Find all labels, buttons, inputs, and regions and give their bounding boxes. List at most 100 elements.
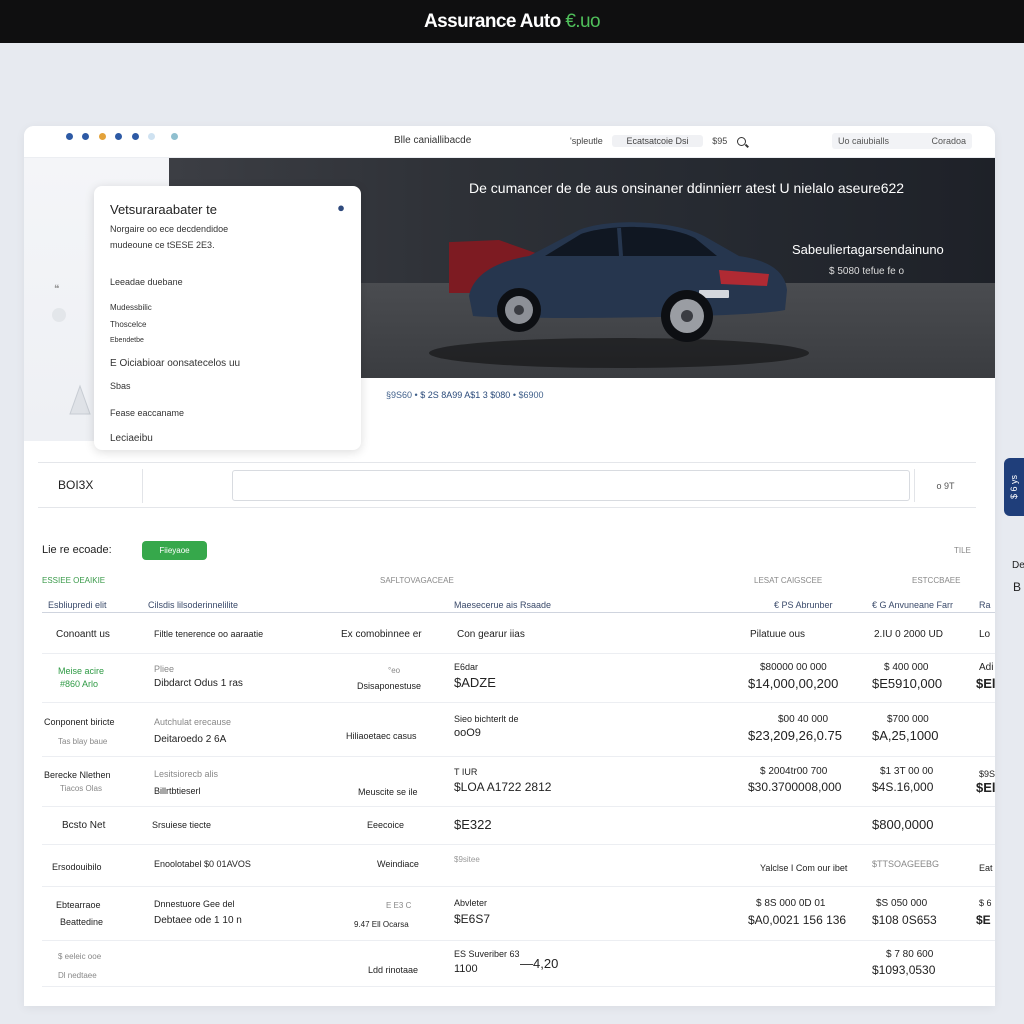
section-subhead: LESAT CAIGSCEE <box>754 576 823 585</box>
user-group-icon[interactable]: ● <box>337 200 345 215</box>
search-pill[interactable]: Ecatsatcoie Dsi <box>612 135 703 147</box>
header-divider <box>42 612 995 613</box>
row-divider <box>42 844 995 845</box>
row-cell: $ADZE <box>454 675 496 690</box>
row-cell: $ 7 80 600 <box>886 949 934 960</box>
side-feedback-tab[interactable]: $ 6 ys <box>1004 458 1024 516</box>
row-cell: Enoolotabel $0 01AVOS <box>154 859 251 869</box>
row-cell: $ eeleic ooe <box>58 952 102 961</box>
brand-logo: Assurance Auto €.uo <box>424 11 600 33</box>
row-cell: Dsisaponestuse <box>357 681 422 691</box>
decor-glyph-icon: ❝ <box>54 284 60 295</box>
subheader-cell: 2.IU 0 2000 UD <box>874 629 943 640</box>
card-line[interactable]: Mudessbilic <box>110 303 152 312</box>
row-divider <box>42 886 995 887</box>
row-divider <box>42 756 995 757</box>
row-cell: Dl nedtaee <box>58 971 97 980</box>
caption-right: • $6900 <box>512 390 544 400</box>
row-cell: Ldd rinotaae <box>368 965 419 975</box>
app-window: Blle caniallibacde 'spleutle Ecatsatcoie… <box>24 126 995 1006</box>
search-count: $95 <box>712 136 728 146</box>
chrome-right-right-label[interactable]: Coradoa <box>931 136 966 146</box>
card-line[interactable]: Fease eaccaname <box>110 408 184 418</box>
row-cell: Adi <box>979 662 994 673</box>
caption-left: §9S60 • <box>386 390 418 400</box>
quote-card: Vetsuraraabater te ● Norgaire oo ece dec… <box>94 186 361 450</box>
chrome-right-controls[interactable]: Uo caiubialls Coradoa <box>832 133 972 149</box>
row-cell: —4,20 <box>520 956 559 971</box>
column-header[interactable]: € PS Abrunber <box>774 600 833 610</box>
search-bar[interactable]: 'spleutle Ecatsatcoie Dsi $95 <box>564 132 752 150</box>
window-dot-icon[interactable] <box>66 133 73 140</box>
row-cell: E E3 C <box>386 901 412 910</box>
row-cell: Ebtearraoe <box>56 900 101 910</box>
row-cell: $E6S7 <box>454 912 491 926</box>
row-divider <box>42 702 995 703</box>
row-cell: $00 40 000 <box>778 714 829 725</box>
row-cell: Eeecoice <box>367 820 405 830</box>
row-cell: $TTSOAGEEBG <box>872 859 940 869</box>
row-cell: $E <box>976 913 991 927</box>
hero-subtitle: Sabeuliertagarsendainuno <box>792 242 944 257</box>
search-icon[interactable] <box>736 136 746 146</box>
subheader-cell: Conoantt us <box>56 629 110 640</box>
window-dot-icon[interactable] <box>171 133 178 140</box>
card-line[interactable]: E Oiciabioar oonsatecelos uu <box>110 358 240 369</box>
column-header[interactable]: Cilsdis lilsoderinnelilite <box>148 600 238 610</box>
filter-label: BOI3X <box>58 478 94 492</box>
row-cell: Deitaroedo 2 6A <box>154 734 227 745</box>
row-cell: Bcsto Net <box>62 820 106 831</box>
filter-apply-button[interactable]: Fiieyaoe <box>142 541 207 560</box>
row-cell: $30.3700008,000 <box>748 780 842 794</box>
row-cell: $4S.16,000 <box>872 780 934 794</box>
offscreen-text: De <box>1012 560 1024 571</box>
window-dot-icon[interactable] <box>148 133 155 140</box>
filter-button[interactable]: o 9T <box>914 469 976 502</box>
column-header[interactable]: Ra <box>979 600 991 610</box>
row-cell: E6dar <box>454 662 479 672</box>
hero-caption: §9S60 • $ 2S 8A99 A$1 3 $080 • $6900 <box>386 390 544 400</box>
row-cell: Beattedine <box>60 917 104 927</box>
side-tab-label: $ 6 ys <box>1009 474 1020 500</box>
card-title: Vetsuraraabater te <box>110 202 217 217</box>
filter-input[interactable] <box>232 470 910 501</box>
card-line[interactable]: Leciaeibu <box>110 433 153 444</box>
row-cell: Abvleter <box>454 898 488 908</box>
row-cell: $El <box>976 780 995 795</box>
row-cell: $LOA A1722 2812 <box>454 780 552 794</box>
row-cell: Lesitsiorecb alis <box>154 769 219 779</box>
row-divider <box>42 940 995 941</box>
section-subhead: SAFLTOVAGACEAE <box>380 576 454 585</box>
card-line[interactable]: Sbas <box>110 381 131 391</box>
row-cell: Tiacos Olas <box>60 784 102 793</box>
column-header[interactable]: Esbliupredi elit <box>48 600 107 610</box>
row-cell: $A,25,1000 <box>872 728 939 743</box>
window-dot-icon[interactable] <box>99 133 106 140</box>
card-line[interactable]: Thoscelce <box>110 320 146 329</box>
row-cell: $ 8S 000 0D 01 <box>756 898 826 909</box>
card-line[interactable]: Leeadae duebane <box>110 277 183 287</box>
window-dot-icon[interactable] <box>132 133 139 140</box>
decor-circle-icon <box>52 308 66 322</box>
row-cell: Pliee <box>154 664 175 674</box>
row-cell: Yalclse I Com our ibet <box>760 863 848 873</box>
row-cell: °eo <box>388 666 401 675</box>
window-dot-icon[interactable] <box>115 133 122 140</box>
row-cell: $108 0S653 <box>872 913 937 927</box>
subheader-cell: Pilatuue ous <box>750 629 806 640</box>
row-cell: $S 050 000 <box>876 898 928 909</box>
row-divider <box>42 986 995 987</box>
row-cell: $El <box>976 676 995 691</box>
car-image-icon <box>449 222 787 342</box>
column-header[interactable]: € G Anvuneane Farr <box>872 600 953 610</box>
row-cell: Meise acire <box>58 666 105 676</box>
row-cell: 9.47 Ell Ocarsa <box>354 920 409 929</box>
filter-divider <box>142 469 143 503</box>
column-header[interactable]: Maesecerue ais Rsaade <box>454 600 551 610</box>
chrome-right-left-label[interactable]: Uo caiubialls <box>838 136 889 146</box>
row-cell: Billrtbtieserl <box>154 786 201 796</box>
card-line[interactable]: Ebendetbe <box>110 337 144 344</box>
row-cell: Srsuiese tiecte <box>152 820 212 830</box>
row-cell: Eat <box>979 863 993 873</box>
window-dot-icon[interactable] <box>82 133 89 140</box>
